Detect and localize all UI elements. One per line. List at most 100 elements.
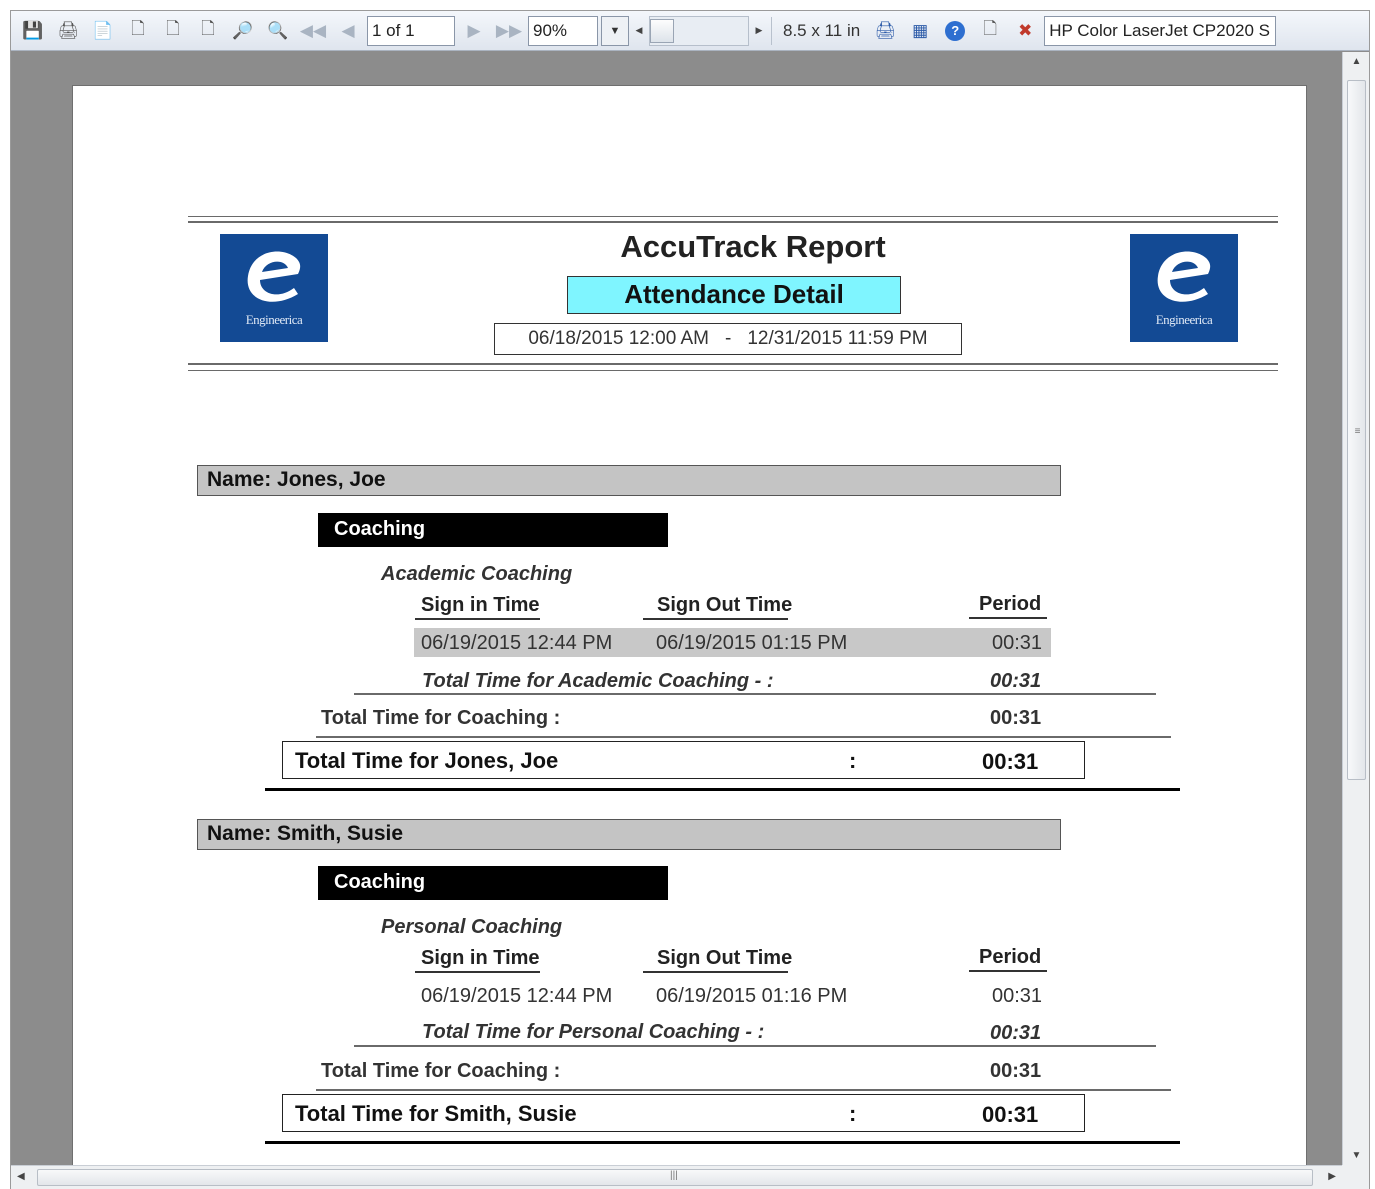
subcategory-label: Academic Coaching — [381, 563, 573, 585]
vertical-scrollbar[interactable]: ▲ ≡ ▼ — [1342, 52, 1369, 1165]
report-subtitle: Attendance Detail — [567, 276, 901, 314]
date-range: 06/18/2015 12:00 AM - 12/31/2015 11:59 P… — [494, 323, 962, 355]
date-separator: - — [725, 328, 732, 349]
help-icon[interactable]: ? — [939, 16, 971, 46]
two-page-icon[interactable]: 🗋 — [157, 16, 189, 46]
printer-select[interactable]: HP Color LaserJet CP2020 S — [1044, 15, 1277, 46]
logo-text: Engineerica — [1155, 312, 1213, 327]
subtotal-rule — [354, 693, 1156, 695]
cell-sign-in: 06/19/2015 12:44 PM — [421, 985, 613, 1007]
first-page-icon[interactable]: ◀◀ — [297, 16, 329, 46]
report-title: AccuTrack Report — [620, 229, 886, 264]
vertical-scroll-thumb[interactable]: ≡ — [1347, 80, 1366, 780]
category-total-label: Total Time for Coaching : — [321, 707, 561, 729]
previous-page-icon[interactable]: ◀ — [332, 16, 364, 46]
report-page: Engineerica Engineerica AccuTrack Report… — [72, 85, 1307, 1165]
slider-right-arrow-icon[interactable]: ▶ — [752, 16, 766, 46]
zoom-in-icon[interactable]: 🔎 — [227, 16, 259, 46]
col-underline — [969, 617, 1047, 619]
table-view-icon[interactable]: ▦ — [904, 16, 936, 46]
col-underline — [415, 618, 540, 620]
person-total-value: 00:31 — [982, 749, 1039, 774]
zoom-slider[interactable] — [649, 15, 749, 46]
header-rule-top-1 — [188, 216, 1278, 217]
person-total-value: 00:31 — [982, 1102, 1039, 1127]
page-setup-icon[interactable]: 📄 — [87, 16, 119, 46]
person-total-label: Total Time for Smith, Susie — [295, 1101, 577, 1126]
category-total-rule — [316, 1089, 1171, 1091]
col-header-sign-in: Sign in Time — [421, 594, 540, 616]
category-total-label: Total Time for Coaching : — [321, 1060, 561, 1082]
logo-e-icon — [1157, 251, 1211, 302]
logo-text: Engineerica — [245, 312, 303, 327]
person-name-bar: Name: Smith, Susie — [197, 819, 1061, 850]
engineerica-logo-left: Engineerica — [220, 234, 328, 342]
zoom-dropdown-button[interactable]: ▼ — [601, 15, 629, 46]
cell-sign-out: 06/19/2015 01:15 PM — [656, 632, 848, 654]
engineerica-logo-right: Engineerica — [1130, 234, 1238, 342]
slider-left-arrow-icon[interactable]: ◀ — [632, 16, 646, 46]
multi-page-icon[interactable]: 🗋 — [192, 16, 224, 46]
export-icon[interactable]: 🖨 — [869, 16, 901, 46]
cell-period: 00:31 — [992, 985, 1043, 1007]
person-total-label: Total Time for Jones, Joe — [295, 748, 559, 773]
person-separator-rule — [265, 788, 1180, 791]
report-viewport: Engineerica Engineerica AccuTrack Report… — [11, 52, 1342, 1165]
horizontal-scrollbar[interactable]: ◀ ||| ▶ — [11, 1165, 1342, 1189]
subcategory-total-value: 00:31 — [990, 670, 1042, 692]
last-page-icon[interactable]: ▶▶ — [493, 16, 525, 46]
close-report-icon[interactable]: ✖ — [1009, 16, 1041, 46]
zoom-slider-thumb[interactable] — [650, 18, 674, 43]
next-page-icon[interactable]: ▶ — [458, 16, 490, 46]
print-icon[interactable]: 🖨 — [52, 16, 84, 46]
toolbar-separator — [771, 16, 772, 45]
save-icon[interactable]: 💾 — [17, 16, 49, 46]
scrollbar-corner — [1342, 1165, 1369, 1189]
cell-period: 00:31 — [992, 632, 1043, 654]
header-rule-top-2 — [188, 221, 1278, 223]
scroll-down-arrow-icon[interactable]: ▼ — [1343, 1150, 1370, 1161]
header-rule-bottom-1 — [188, 363, 1278, 365]
col-underline — [643, 971, 788, 973]
header-rule-bottom-2 — [188, 370, 1278, 371]
col-underline — [643, 618, 788, 620]
subcategory-label: Personal Coaching — [381, 916, 563, 938]
col-header-period: Period — [979, 593, 1042, 615]
grip-icon: ≡ — [1354, 426, 1361, 437]
subcategory-total-label: Total Time for Academic Coaching - : — [422, 670, 774, 692]
scroll-left-arrow-icon[interactable]: ◀ — [17, 1171, 25, 1182]
paper-size-label: 8.5 x 11 in — [783, 20, 861, 40]
person-total-box: Total Time for Smith, Susie : 00:31 — [282, 1094, 1085, 1132]
grip-icon: ||| — [670, 1170, 678, 1181]
category-bar: Coaching — [318, 513, 668, 547]
cell-sign-in: 06/19/2015 12:44 PM — [421, 632, 613, 654]
category-bar: Coaching — [318, 866, 668, 900]
cell-sign-out: 06/19/2015 01:16 PM — [656, 985, 848, 1007]
col-header-sign-out: Sign Out Time — [657, 947, 793, 969]
logo-e-icon — [247, 251, 301, 302]
blank-page-icon[interactable]: 🗋 — [974, 16, 1006, 46]
page-number-input[interactable]: 1 of 1 — [367, 15, 455, 46]
date-end: 12/31/2015 11:59 PM — [747, 328, 928, 349]
col-header-period: Period — [979, 946, 1042, 968]
zoom-input[interactable]: 90% — [528, 15, 598, 46]
person-separator-rule — [265, 1141, 1180, 1144]
col-header-sign-in: Sign in Time — [421, 947, 540, 969]
single-page-icon[interactable]: 🗋 — [122, 16, 154, 46]
person-total-colon: : — [849, 748, 857, 773]
zoom-out-icon[interactable]: 🔍 — [262, 16, 294, 46]
col-underline — [415, 971, 540, 973]
subtotal-rule — [354, 1045, 1156, 1047]
horizontal-scroll-thumb[interactable]: ||| — [37, 1169, 1313, 1186]
category-total-rule — [316, 736, 1171, 738]
category-total-value: 00:31 — [990, 707, 1042, 729]
person-total-box: Total Time for Jones, Joe : 00:31 — [282, 741, 1085, 779]
category-total-value: 00:31 — [990, 1060, 1042, 1082]
subcategory-total-label: Total Time for Personal Coaching - : — [422, 1021, 765, 1043]
report-viewer-window: 💾 🖨 📄 🗋 🗋 🗋 🔎 🔍 ◀◀ ◀ 1 of 1 ▶ ▶▶ 90% ▼ ◀… — [10, 10, 1370, 1189]
subcategory-total-value: 00:31 — [990, 1022, 1042, 1044]
scroll-up-arrow-icon[interactable]: ▲ — [1343, 56, 1370, 67]
scroll-right-arrow-icon[interactable]: ▶ — [1328, 1171, 1336, 1182]
person-name-bar: Name: Jones, Joe — [197, 465, 1061, 496]
date-start: 06/18/2015 12:00 AM — [528, 328, 710, 349]
